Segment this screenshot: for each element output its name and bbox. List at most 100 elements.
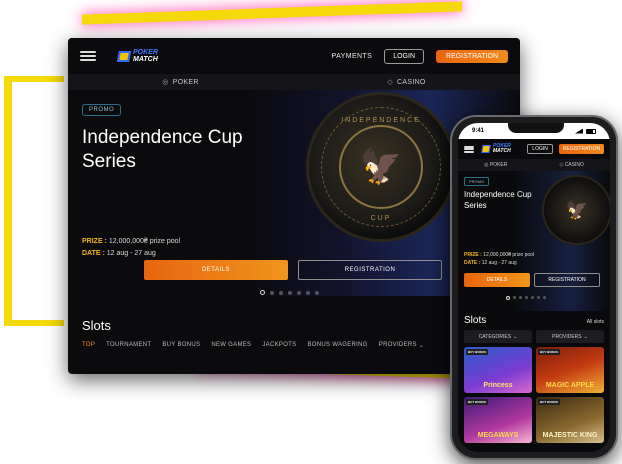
payments-link[interactable]: PAYMENTS (332, 53, 373, 60)
slots-categories: TOP TOURNAMENT BUY BONUS NEW GAMES JACKPOTS B… (82, 342, 424, 349)
signal-icon (575, 128, 583, 134)
all-slots-link[interactable]: All slots (587, 319, 604, 325)
phone-slot-filters: CATEGORIES ⌄ PROVIDERS ⌄ (458, 330, 610, 343)
phone-carousel-dots (506, 296, 546, 300)
phone-slots-header: Slots All slots (458, 315, 610, 326)
carousel-dot[interactable] (513, 296, 516, 299)
date-label: DATE : (82, 250, 105, 257)
phone-promo-actions: DETAILS REGISTRATION (464, 273, 600, 287)
chevron-down-icon: ⌄ (513, 333, 518, 340)
promo-title: Independence Cup Series (82, 127, 243, 172)
phone-screen: 9:41 POKER MATCH LOGIN REGISTRATION ◎ PO… (458, 123, 610, 452)
category-tab[interactable]: NEW GAMES (211, 342, 251, 349)
carousel-dot[interactable] (519, 296, 522, 299)
carousel-dot[interactable] (531, 296, 534, 299)
carousel-dot[interactable] (306, 290, 310, 295)
eagle-icon: 🦅 (339, 125, 423, 209)
carousel-dots (260, 290, 319, 295)
carousel-dot[interactable] (315, 290, 319, 295)
carousel-dot[interactable] (525, 296, 528, 299)
phone-login-button[interactable]: LOGIN (527, 144, 553, 154)
desktop-subnav: ◎ POKER ◇ CASINO (68, 74, 520, 90)
chip-text-bottom: CUP (370, 215, 392, 222)
phone-brand-logo[interactable]: POKER MATCH (481, 144, 511, 154)
header-nav: PAYMENTS LOGIN REGISTRATION (332, 48, 508, 64)
category-tab[interactable]: JACKPOTS (262, 342, 296, 349)
phone-subnav-casino-label: CASINO (564, 162, 584, 168)
game-title: MEGAWAYS (477, 432, 519, 439)
brand-logo[interactable]: POKER MATCH (117, 49, 158, 63)
poker-chip-icon: ◎ (162, 79, 169, 86)
subnav-poker-label: POKER (172, 78, 199, 86)
phone-logo-line-2: MATCH (493, 148, 511, 154)
category-tab[interactable]: TOURNAMENT (106, 342, 151, 349)
phone-registration-button[interactable]: REGISTRATION (558, 144, 604, 154)
game-title: MAJESTIC KING (542, 432, 598, 439)
phone-subnav-poker-label: POKER (489, 162, 508, 168)
carousel-dot[interactable] (260, 290, 265, 295)
category-tab[interactable]: BUY BONUS (162, 342, 200, 349)
promo-badge: PROMO (82, 104, 122, 116)
subnav-casino[interactable]: ◇ CASINO (387, 78, 426, 87)
login-button[interactable]: LOGIN (384, 48, 425, 64)
carousel-dot[interactable] (537, 296, 540, 299)
prize-label: PRIZE : (82, 238, 107, 245)
promo-registration-button[interactable]: REGISTRATION (298, 260, 442, 280)
category-tab[interactable]: TOP (82, 342, 95, 349)
promo-actions: DETAILS REGISTRATION (144, 260, 442, 280)
decorative-glow-top (82, 1, 462, 25)
carousel-dot[interactable] (270, 290, 274, 295)
phone-subnav-poker[interactable]: ◎ POKER (484, 162, 507, 168)
game-tag: BUY BONUS (538, 399, 560, 405)
category-tab[interactable]: BONUS WAGERING (307, 342, 367, 349)
carousel-dot[interactable] (288, 290, 292, 295)
game-tag: BUY BONUS (466, 349, 488, 355)
subnav-casino-label: CASINO (397, 78, 426, 86)
chip-text-top: INDEPENDENCE (341, 117, 421, 124)
phone-date-label: DATE : (464, 260, 481, 266)
phone-promo-banner: 🦅 PROMO Independence Cup Series PRIZE : … (458, 171, 610, 311)
phone-date-value: 12 aug - 27 aug (481, 260, 517, 266)
phone-subnav: ◎ POKER ◇ CASINO (458, 159, 610, 171)
logo-mark-icon (117, 50, 131, 62)
logo-line-1: POKER (133, 49, 158, 56)
subnav-poker[interactable]: ◎ POKER (162, 78, 199, 87)
date-value: 12 aug - 27 aug (106, 250, 156, 257)
menu-icon[interactable] (80, 51, 96, 61)
phone-promo-registration-button[interactable]: REGISTRATION (534, 273, 600, 287)
categories-dropdown[interactable]: CATEGORIES ⌄ (464, 330, 532, 343)
logo-line-2: MATCH (133, 56, 158, 63)
phone-slots-title: Slots (464, 315, 487, 326)
phone-games-grid: BUY BONUS Princess BUY BONUS MAGIC APPLE B… (458, 347, 610, 443)
phone-prize-label: PRIZE : (464, 252, 482, 258)
carousel-dot[interactable] (543, 296, 546, 299)
phone-frame: 9:41 POKER MATCH LOGIN REGISTRATION ◎ PO… (450, 115, 618, 460)
game-tile[interactable]: BUY BONUS Princess (464, 347, 532, 393)
chevron-down-icon: ⌄ (418, 343, 425, 349)
status-time: 9:41 (472, 128, 485, 134)
phone-subnav-casino[interactable]: ◇ CASINO (560, 162, 584, 168)
phone-notch (508, 123, 564, 133)
game-tag: BUY BONUS (466, 399, 488, 405)
details-button[interactable]: DETAILS (144, 260, 288, 280)
tournament-chip-image: INDEPENDENCE 🦅 CUP (306, 92, 456, 242)
phone-details-button[interactable]: DETAILS (464, 273, 530, 287)
category-tab[interactable]: PROVIDERS (379, 342, 417, 349)
phone-menu-icon[interactable] (464, 145, 474, 153)
phone-promo-badge: PROMO (464, 177, 490, 186)
game-tile[interactable]: BUY BONUS MAGIC APPLE (536, 347, 604, 393)
game-tile[interactable]: BUY BONUS MEGAWAYS (464, 397, 532, 443)
registration-button[interactable]: REGISTRATION (436, 49, 508, 63)
game-tag: BUY BONUS (538, 349, 560, 355)
carousel-dot[interactable] (506, 296, 510, 300)
phone-eagle-icon: 🦅 (542, 175, 610, 245)
carousel-dot[interactable] (297, 290, 301, 295)
phone-promo-info: PRIZE : 12,000,000₴ prize pool DATE : 12… (464, 251, 534, 267)
diamond-icon: ◇ (387, 79, 394, 86)
providers-dropdown[interactable]: PROVIDERS ⌄ (536, 330, 604, 343)
game-tile[interactable]: BUY BONUS MAJESTIC KING (536, 397, 604, 443)
phone-promo-title: Independence Cup Series (464, 190, 532, 210)
providers-dropdown-label: PROVIDERS (552, 333, 582, 340)
carousel-dot[interactable] (279, 290, 283, 295)
game-title: Princess (483, 382, 513, 389)
